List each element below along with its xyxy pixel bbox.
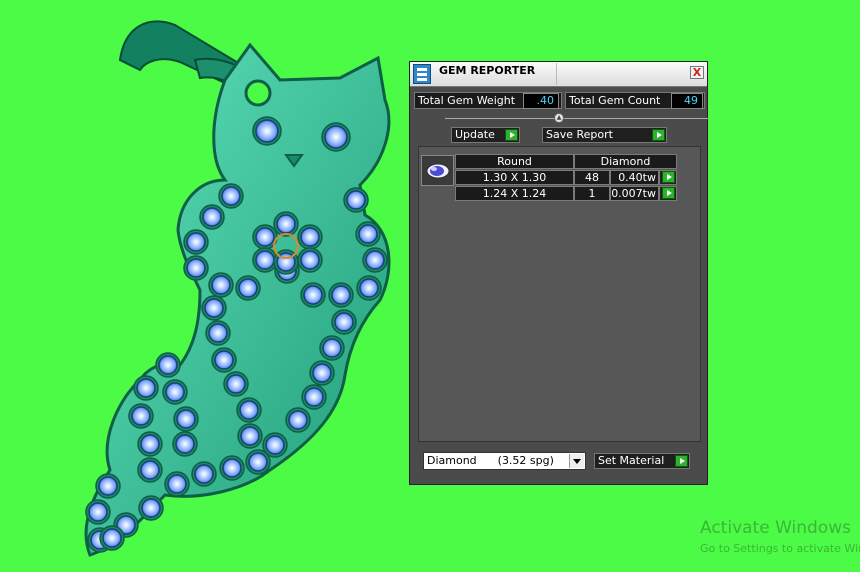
- gem[interactable]: [300, 227, 320, 247]
- table-header-shape: Round: [455, 154, 574, 169]
- gem[interactable]: [186, 258, 206, 278]
- total-gem-count-value: 49: [671, 93, 703, 109]
- material-select-value: Diamond (3.52 spg): [427, 454, 554, 467]
- panel-titlebar[interactable]: GEM REPORTER X: [410, 62, 707, 87]
- gem[interactable]: [303, 285, 323, 305]
- gem[interactable]: [358, 224, 378, 244]
- gem[interactable]: [322, 338, 342, 358]
- chevron-down-icon[interactable]: [569, 454, 584, 468]
- gem[interactable]: [175, 434, 195, 454]
- gem[interactable]: [221, 186, 241, 206]
- row-select-button[interactable]: [659, 170, 677, 185]
- total-gem-weight-value: .40: [523, 93, 559, 109]
- gem[interactable]: [255, 119, 279, 143]
- gem[interactable]: [211, 275, 231, 295]
- gem[interactable]: [359, 278, 379, 298]
- gem-reporter-panel: GEM REPORTER X Total Gem Weight .40 Tota…: [409, 61, 709, 485]
- save-report-button-label: Save Report: [546, 128, 613, 141]
- gem[interactable]: [288, 410, 308, 430]
- table-row-weight: 0.007tw: [610, 186, 659, 201]
- gem[interactable]: [248, 452, 268, 472]
- play-arrow-icon[interactable]: [675, 455, 688, 467]
- table-row-size: 1.30 X 1.30: [455, 170, 574, 185]
- gem[interactable]: [265, 435, 285, 455]
- gem[interactable]: [202, 207, 222, 227]
- round-gem-thumbnail[interactable]: [421, 155, 454, 186]
- update-button[interactable]: Update: [451, 127, 520, 143]
- gem[interactable]: [334, 312, 354, 332]
- material-select[interactable]: Diamond (3.52 spg): [423, 452, 586, 470]
- set-material-button-label: Set Material: [598, 454, 665, 467]
- gem[interactable]: [240, 426, 260, 446]
- windows-activation-watermark: Activate Windows Go to Settings to activ…: [700, 518, 860, 555]
- gem[interactable]: [222, 458, 242, 478]
- gem[interactable]: [346, 190, 366, 210]
- play-arrow-icon[interactable]: [505, 129, 518, 141]
- gem[interactable]: [131, 406, 151, 426]
- gem-reporter-app-icon: [413, 64, 431, 84]
- gem[interactable]: [365, 250, 385, 270]
- gem[interactable]: [255, 227, 275, 247]
- table-row-size: 1.24 X 1.24: [455, 186, 574, 201]
- row-select-button[interactable]: [659, 186, 677, 201]
- gem[interactable]: [140, 460, 160, 480]
- gem[interactable]: [238, 278, 258, 298]
- gem[interactable]: [176, 409, 196, 429]
- gem[interactable]: [186, 232, 206, 252]
- gem[interactable]: [167, 474, 187, 494]
- gem[interactable]: [255, 250, 275, 270]
- gem[interactable]: [331, 285, 351, 305]
- close-icon[interactable]: X: [690, 66, 704, 79]
- watermark-title: Activate Windows: [700, 518, 851, 538]
- gem[interactable]: [88, 502, 108, 522]
- gem[interactable]: [136, 378, 156, 398]
- gem[interactable]: [276, 214, 296, 234]
- gem[interactable]: [208, 323, 228, 343]
- gem[interactable]: [165, 382, 185, 402]
- play-arrow-icon[interactable]: [652, 129, 665, 141]
- gem[interactable]: [141, 498, 161, 518]
- update-button-label: Update: [455, 128, 495, 141]
- gem[interactable]: [239, 400, 259, 420]
- play-arrow-icon[interactable]: [662, 187, 675, 199]
- gem[interactable]: [102, 528, 122, 548]
- play-arrow-icon[interactable]: [662, 171, 675, 183]
- table-header-material: Diamond: [574, 154, 677, 169]
- gem[interactable]: [158, 355, 178, 375]
- gem[interactable]: [312, 363, 332, 383]
- table-row-count: 1: [574, 186, 610, 201]
- panel-title: GEM REPORTER: [439, 64, 536, 77]
- watermark-subtitle: Go to Settings to activate Windows.: [700, 542, 860, 555]
- gem[interactable]: [304, 387, 324, 407]
- save-report-button[interactable]: Save Report: [542, 127, 667, 143]
- round-gem-icon: [426, 163, 450, 179]
- gem[interactable]: [324, 125, 348, 149]
- table-row-weight: 0.40tw: [610, 170, 659, 185]
- panel-splitter[interactable]: [445, 118, 709, 119]
- gem[interactable]: [204, 298, 224, 318]
- table-row-count: 48: [574, 170, 610, 185]
- gem[interactable]: [214, 350, 234, 370]
- set-material-button[interactable]: Set Material: [594, 453, 690, 469]
- gem[interactable]: [226, 374, 246, 394]
- title-separator: [556, 63, 557, 85]
- gem[interactable]: [98, 476, 118, 496]
- gem[interactable]: [140, 434, 160, 454]
- splitter-handle-icon[interactable]: ▲: [554, 113, 564, 123]
- gem[interactable]: [194, 464, 214, 484]
- gem[interactable]: [300, 250, 320, 270]
